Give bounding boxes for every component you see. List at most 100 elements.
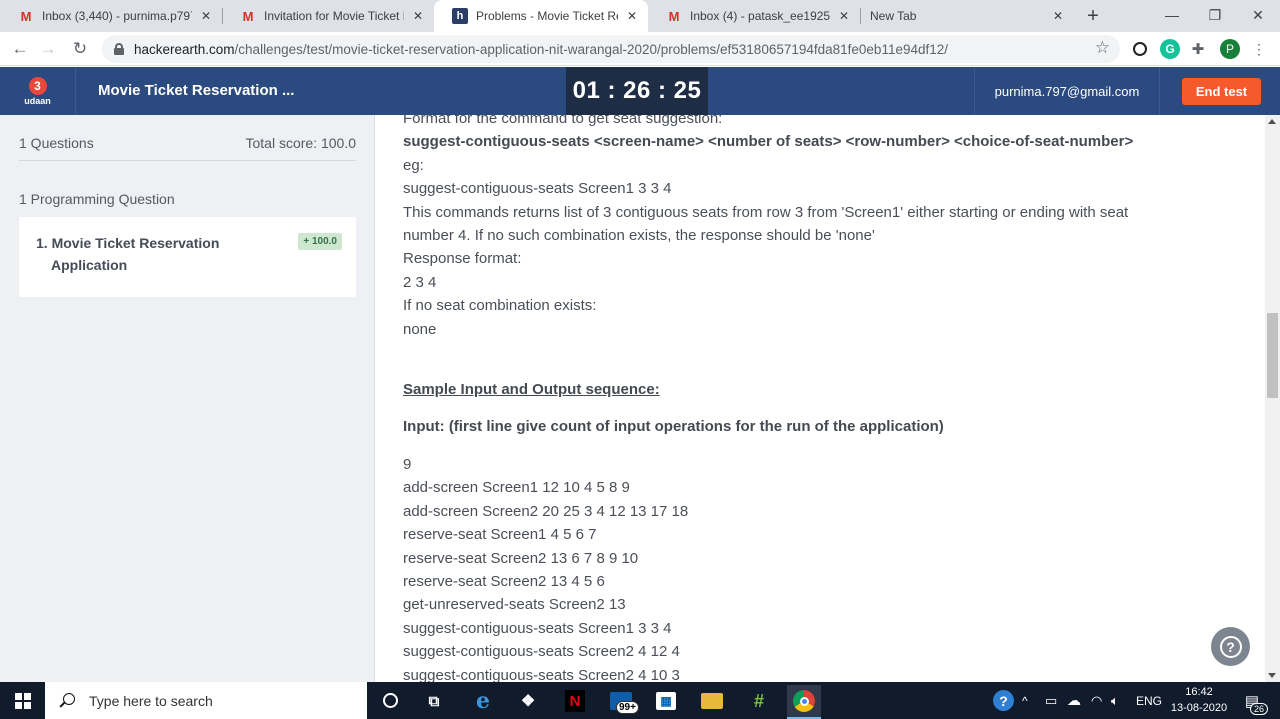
tab-inbox-purnima[interactable]: M Inbox (3,440) - purnima.p797@ ✕ xyxy=(0,0,222,32)
address-bar[interactable]: hackerearth.com/challenges/test/movie-ti… xyxy=(102,35,1120,63)
tab-inbox-patask[interactable]: M Inbox (4) - patask_ee19259@st ✕ xyxy=(648,0,860,32)
question-name: 1. Movie Ticket Reservation Application xyxy=(36,232,236,276)
tab-label: Problems - Movie Ticket Reser xyxy=(476,9,618,23)
question-card[interactable]: 1. Movie Ticket Reservation Application … xyxy=(19,217,356,297)
grammarly-icon[interactable]: G xyxy=(1160,39,1180,59)
close-icon[interactable]: ✕ xyxy=(410,8,426,24)
problem-content: Format for the command to get seat sugge… xyxy=(403,115,1233,682)
search-icon xyxy=(59,692,75,709)
task-view-icon[interactable]: ⧉ xyxy=(421,688,447,714)
logo-text: udaan xyxy=(24,95,51,106)
reload-icon[interactable]: ↻ xyxy=(68,37,92,61)
clock-date: 13-08-2020 xyxy=(1170,702,1228,714)
udaan-logo[interactable]: 3 udaan xyxy=(0,67,76,115)
minimize-button[interactable]: — xyxy=(1149,0,1195,30)
action-center-icon[interactable]: ▤ 26 xyxy=(1240,690,1268,715)
question-name-line1: 1. Movie Ticket Reservation xyxy=(36,235,220,251)
input-line: 9 xyxy=(403,455,412,473)
input-line: reserve-seat Screen1 4 5 6 7 xyxy=(403,526,597,544)
input-line: get-unreserved-seats Screen2 13 xyxy=(403,596,626,614)
back-arrow-icon[interactable]: ← xyxy=(8,37,32,61)
problem-line: suggest-contiguous-seats Screen1 3 3 4 xyxy=(403,180,672,198)
forward-arrow-icon[interactable]: → xyxy=(36,37,60,61)
cortana-icon[interactable] xyxy=(383,693,398,708)
total-score: Total score: 100.0 xyxy=(245,135,356,151)
tray-chevron-up-icon[interactable]: ^ xyxy=(1022,682,1028,719)
scroll-up-arrow-icon[interactable] xyxy=(1268,119,1276,124)
notification-count-badge: 26 xyxy=(1249,703,1268,715)
battery-icon[interactable]: ▭ xyxy=(1045,682,1057,719)
gmail-icon: M xyxy=(668,8,680,24)
lock-icon xyxy=(114,43,124,55)
windows-logo-icon xyxy=(14,692,31,709)
input-line: suggest-contiguous-seats Screen2 4 12 4 xyxy=(403,643,680,661)
profile-avatar[interactable]: P xyxy=(1220,39,1240,59)
start-button[interactable] xyxy=(0,682,45,719)
browser-tab-strip: M Inbox (3,440) - purnima.p797@ ✕ M Invi… xyxy=(0,0,1280,32)
input-language[interactable]: ENG xyxy=(1136,682,1162,719)
store-icon[interactable]: ▦ xyxy=(656,692,676,710)
tab-label: Inbox (4) - patask_ee19259@st xyxy=(690,9,830,23)
problem-line: This commands returns list of 3 contiguo… xyxy=(403,203,1129,221)
edge-icon[interactable]: e xyxy=(470,688,496,714)
udaan-logo-mark-icon: 3 xyxy=(28,76,47,95)
user-email[interactable]: purnima.797@gmail.com xyxy=(974,67,1160,115)
tab-problems-active[interactable]: h Problems - Movie Ticket Reser ✕ xyxy=(434,0,648,32)
close-icon[interactable]: ✕ xyxy=(1050,8,1066,24)
test-title: Movie Ticket Reservation ... xyxy=(98,82,295,99)
extensions-puzzle-icon[interactable]: ✚ xyxy=(1188,39,1208,59)
browser-toolbar: ← → ↻ hackerearth.com/challenges/test/mo… xyxy=(0,32,1280,66)
input-line: add-screen Screen2 20 25 3 4 12 13 17 18 xyxy=(403,502,689,520)
window-close-button[interactable]: ✕ xyxy=(1235,0,1280,30)
netflix-icon[interactable]: N xyxy=(565,690,585,712)
bookmark-star-icon[interactable]: ☆ xyxy=(1095,38,1110,58)
tab-invitation[interactable]: M Invitation for Movie Ticket Res ✕ xyxy=(222,0,434,32)
section-title: 1 Programming Question xyxy=(19,191,175,207)
input-line: suggest-contiguous-seats Screen1 3 3 4 xyxy=(403,619,672,637)
tab-label: Invitation for Movie Ticket Res xyxy=(264,9,404,23)
test-header: 3 udaan Movie Ticket Reservation ... 01 … xyxy=(0,67,1280,115)
scrollbar-thumb[interactable] xyxy=(1267,313,1278,398)
new-tab-button[interactable]: + xyxy=(1081,4,1105,28)
close-icon[interactable]: ✕ xyxy=(836,8,852,24)
volume-icon[interactable]: 🔈︎ xyxy=(1111,682,1119,719)
spreadsheet-app-icon[interactable]: # xyxy=(746,688,772,714)
chrome-icon[interactable] xyxy=(787,685,821,719)
close-icon[interactable]: ✕ xyxy=(624,8,640,24)
problem-line: suggest-contiguous-seats <screen-name> <… xyxy=(403,133,1134,151)
onedrive-cloud-icon[interactable]: ☁ xyxy=(1067,682,1081,719)
questions-count: 1 Questions xyxy=(19,135,94,151)
taskbar-search-box[interactable]: Type here to search xyxy=(45,682,367,719)
help-button[interactable]: ? xyxy=(1211,627,1250,666)
input-heading: Input: (first line give count of input o… xyxy=(403,418,944,436)
scroll-down-arrow-icon[interactable] xyxy=(1268,673,1276,678)
system-clock[interactable]: 16:42 13-08-2020 xyxy=(1166,684,1232,716)
close-icon[interactable]: ✕ xyxy=(198,8,214,24)
problem-line: number 4. If no such combination exists,… xyxy=(403,227,875,245)
wifi-icon[interactable]: ◠ xyxy=(1091,682,1102,719)
restore-button[interactable]: ❐ xyxy=(1192,0,1238,30)
clock-time: 16:42 xyxy=(1185,686,1213,698)
question-score-badge: + 100.0 xyxy=(298,233,342,250)
question-mark-icon: ? xyxy=(1219,635,1242,658)
file-explorer-icon[interactable] xyxy=(701,693,723,709)
extension-ring-icon[interactable] xyxy=(1133,42,1147,56)
search-placeholder: Type here to search xyxy=(89,692,213,709)
dropbox-icon[interactable]: ❖ xyxy=(515,688,541,714)
problem-line: eg: xyxy=(403,156,424,174)
input-line: reserve-seat Screen2 13 4 5 6 xyxy=(403,572,605,590)
tab-label: New Tab xyxy=(870,9,917,23)
divider xyxy=(19,160,356,161)
end-test-button[interactable]: End test xyxy=(1182,78,1261,105)
windows-taskbar: Type here to search ⧉ e ❖ N 99+ ▦ # ? ^ … xyxy=(0,682,1280,719)
tab-new-tab[interactable]: New Tab ✕ xyxy=(852,0,1074,32)
menu-kebab-icon[interactable]: ⋮ xyxy=(1249,39,1269,59)
problem-line: Response format: xyxy=(403,250,522,268)
tray-help-icon[interactable]: ? xyxy=(993,690,1014,711)
problem-line: none xyxy=(403,320,437,338)
page-scrollbar[interactable] xyxy=(1265,115,1280,682)
problem-statement-panel: Format for the command to get seat sugge… xyxy=(375,115,1265,682)
question-name-line2: Application xyxy=(51,257,128,273)
gmail-icon: M xyxy=(242,8,254,24)
questions-summary: 1 Questions Total score: 100.0 xyxy=(19,135,356,151)
